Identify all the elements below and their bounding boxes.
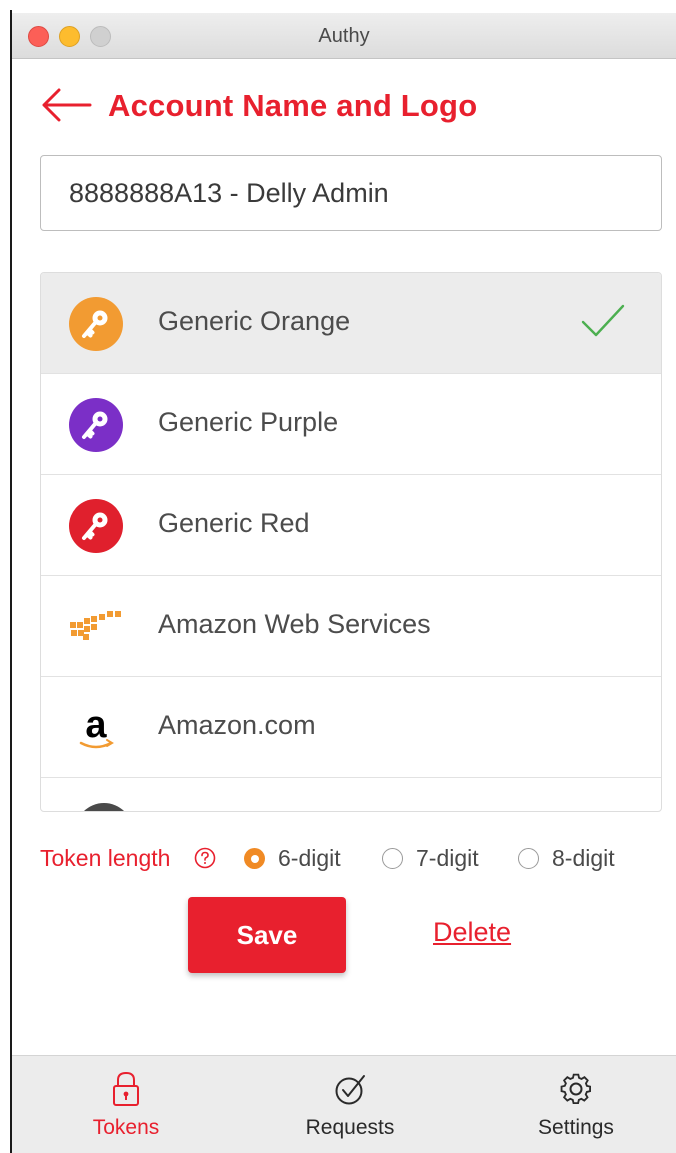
delete-link[interactable]: Delete xyxy=(433,917,511,948)
save-button[interactable]: Save xyxy=(188,897,346,973)
check-circle-icon xyxy=(335,1075,365,1105)
checkmark-icon xyxy=(581,304,625,337)
lock-icon xyxy=(113,1071,139,1106)
radio-label: 7-digit xyxy=(416,845,479,871)
nav-requests-label: Requests xyxy=(305,1116,395,1139)
logo-label: Generic Red xyxy=(158,508,310,538)
amazon-logo-icon: a xyxy=(79,704,114,749)
radio-label: 8-digit xyxy=(552,845,615,871)
radio-dot[interactable] xyxy=(382,848,403,869)
logo-item-generic-red[interactable]: Generic Red xyxy=(41,475,661,576)
logo-label: Generic Orange xyxy=(158,306,351,336)
logo-item-amazon[interactable]: a Amazon.com xyxy=(41,677,661,778)
logo-label: Generic Purple xyxy=(158,407,339,437)
radio-dot[interactable] xyxy=(244,848,265,869)
nav-tokens-label: Tokens xyxy=(92,1116,160,1139)
gear-icon xyxy=(560,1073,591,1105)
app-window: Authy Account Name and Logo Generic Oran… xyxy=(10,10,676,1153)
key-red-icon xyxy=(69,499,123,553)
nav-requests[interactable]: Requests xyxy=(270,1056,430,1153)
token-length-row: Token length 6-digit 7-digit 8-digit xyxy=(40,844,662,874)
logo-item-aws[interactable]: Amazon Web Services xyxy=(41,576,661,677)
help-icon[interactable] xyxy=(194,847,216,869)
key-purple-icon xyxy=(69,398,123,452)
window-title: Authy xyxy=(318,25,370,47)
aws-logo-icon xyxy=(70,611,121,640)
back-arrow-icon[interactable] xyxy=(40,88,92,122)
logo-item-generic-purple[interactable]: Generic Purple xyxy=(41,374,661,475)
token-length-label: Token length xyxy=(40,845,171,871)
page-title: Account Name and Logo xyxy=(108,88,478,123)
logo-label: Amazon.com xyxy=(158,710,316,740)
nav-tokens[interactable]: Tokens xyxy=(46,1056,206,1153)
logo-list[interactable]: Generic Orange Generic Purple Generic Re… xyxy=(40,272,662,812)
svg-text:a: a xyxy=(85,704,107,746)
key-orange-icon xyxy=(69,297,123,351)
bottom-nav: Tokens Requests Settings xyxy=(12,1055,676,1153)
radio-dot[interactable] xyxy=(518,848,539,869)
nav-settings[interactable]: Settings xyxy=(496,1056,656,1153)
next-logo-partial-icon xyxy=(75,803,133,811)
account-name-input[interactable] xyxy=(40,155,662,231)
logo-item-generic-orange[interactable]: Generic Orange xyxy=(41,273,661,374)
radio-label: 6-digit xyxy=(278,845,341,871)
title-bar[interactable]: Authy xyxy=(12,13,676,59)
nav-settings-label: Settings xyxy=(538,1116,614,1139)
logo-label: Amazon Web Services xyxy=(158,609,431,639)
